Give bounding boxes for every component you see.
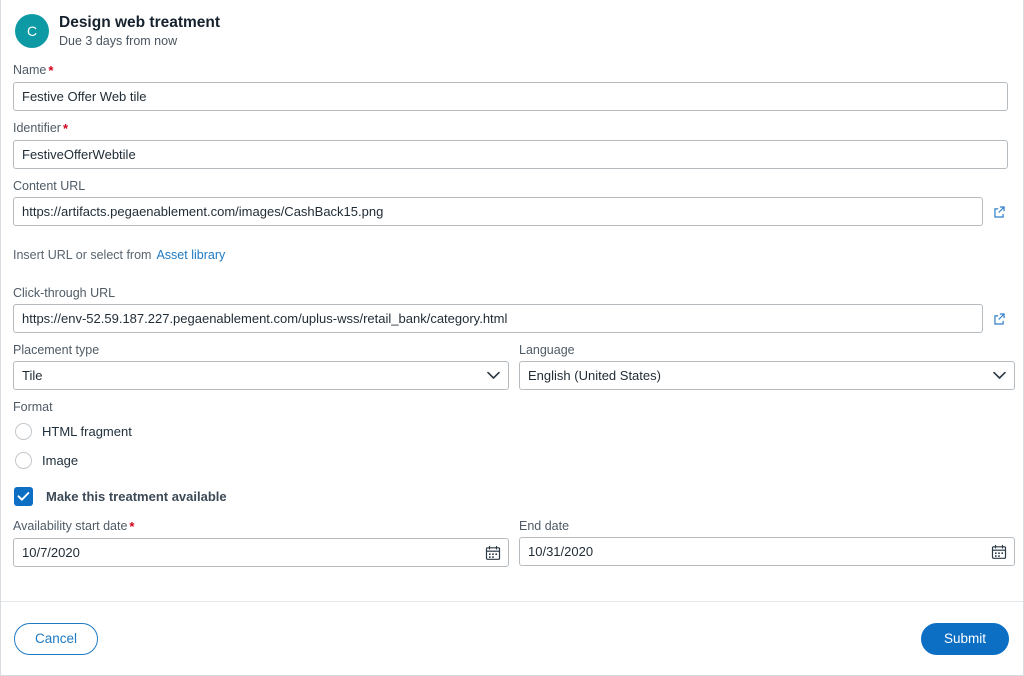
identifier-label: Identifier * (13, 120, 1008, 137)
field-end-date: End date (519, 518, 1015, 567)
make-available-label: Make this treatment available (46, 489, 227, 504)
field-placement-type: Placement type Tile (13, 342, 509, 390)
field-format: Format HTML fragment Image (13, 399, 1008, 474)
field-click-through-url: Click-through URL (13, 285, 1008, 333)
checkbox-checked-icon (14, 487, 33, 506)
form-footer: Cancel Submit (1, 601, 1023, 675)
click-through-url-row (13, 304, 1008, 333)
language-select-wrap: English (United States) (519, 361, 1015, 390)
name-label: Name * (13, 62, 1008, 79)
field-identifier: Identifier * (13, 120, 1008, 169)
placement-type-select-wrap: Tile (13, 361, 509, 390)
cancel-button[interactable]: Cancel (14, 622, 99, 655)
asset-helper-text: Insert URL or select from (13, 248, 152, 262)
radio-image-label: Image (42, 453, 79, 468)
format-label: Format (13, 400, 53, 414)
language-select[interactable]: English (United States) (519, 361, 1015, 390)
field-language: Language English (United States) (519, 342, 1015, 390)
radio-icon (15, 452, 32, 469)
submit-button[interactable]: Submit (920, 622, 1009, 655)
asset-library-link[interactable]: Asset library (156, 248, 225, 262)
external-link-icon[interactable] (990, 310, 1008, 328)
field-name: Name * (13, 62, 1008, 111)
radio-icon (15, 423, 32, 440)
make-available-checkbox-row[interactable]: Make this treatment available (13, 487, 1008, 506)
end-date-input[interactable] (519, 537, 1015, 566)
start-date-wrap (13, 538, 509, 567)
required-asterisk: * (48, 63, 54, 78)
name-label-text: Name (13, 63, 47, 77)
identifier-label-text: Identifier (13, 121, 61, 135)
content-url-label: Content URL (13, 179, 86, 193)
field-content-url: Content URL (13, 178, 1008, 226)
avatar-initial: C (26, 23, 38, 39)
content-url-input[interactable] (13, 197, 983, 226)
start-date-input[interactable] (13, 538, 509, 567)
placement-type-label: Placement type (13, 343, 100, 357)
content-url-row (13, 197, 1008, 226)
calendar-icon[interactable] (991, 537, 1007, 566)
radio-html-fragment[interactable]: HTML fragment (13, 418, 1008, 445)
date-row: Availability start date * 10/7/2020 End … (13, 518, 1015, 567)
treatment-form-page: C Design web treatment Due 3 days from n… (0, 0, 1024, 676)
name-input[interactable] (13, 82, 1008, 111)
radio-image[interactable]: Image (13, 447, 1008, 474)
calendar-icon[interactable] (485, 538, 501, 567)
click-through-url-label: Click-through URL (13, 286, 116, 300)
required-asterisk: * (129, 519, 135, 534)
required-asterisk: * (62, 121, 69, 136)
page-title: Design web treatment (59, 14, 221, 31)
start-date-label-text: Availability start date (13, 519, 128, 533)
language-label: Language (519, 343, 575, 357)
end-date-label: End date (519, 519, 570, 533)
form-body: C Design web treatment Due 3 days from n… (1, 0, 1023, 601)
field-start-date: Availability start date * (13, 518, 509, 567)
case-header: C Design web treatment Due 3 days from n… (13, 10, 1008, 53)
header-text-group: Design web treatment Due 3 days from now (59, 12, 220, 49)
placement-language-row: Placement type Tile Language English (Un… (13, 342, 1015, 390)
start-date-label: Availability start date * (13, 518, 509, 535)
due-date-text: Due 3 days from now (59, 34, 178, 48)
avatar: C (15, 14, 49, 48)
external-link-icon[interactable] (990, 203, 1008, 221)
asset-helper-row: Insert URL or select from Asset library (13, 247, 1008, 263)
placement-type-select[interactable]: Tile (13, 361, 509, 390)
radio-html-fragment-label: HTML fragment (42, 424, 132, 439)
end-date-wrap (519, 537, 1015, 566)
click-through-url-input[interactable] (13, 304, 983, 333)
identifier-input[interactable] (13, 140, 1008, 169)
